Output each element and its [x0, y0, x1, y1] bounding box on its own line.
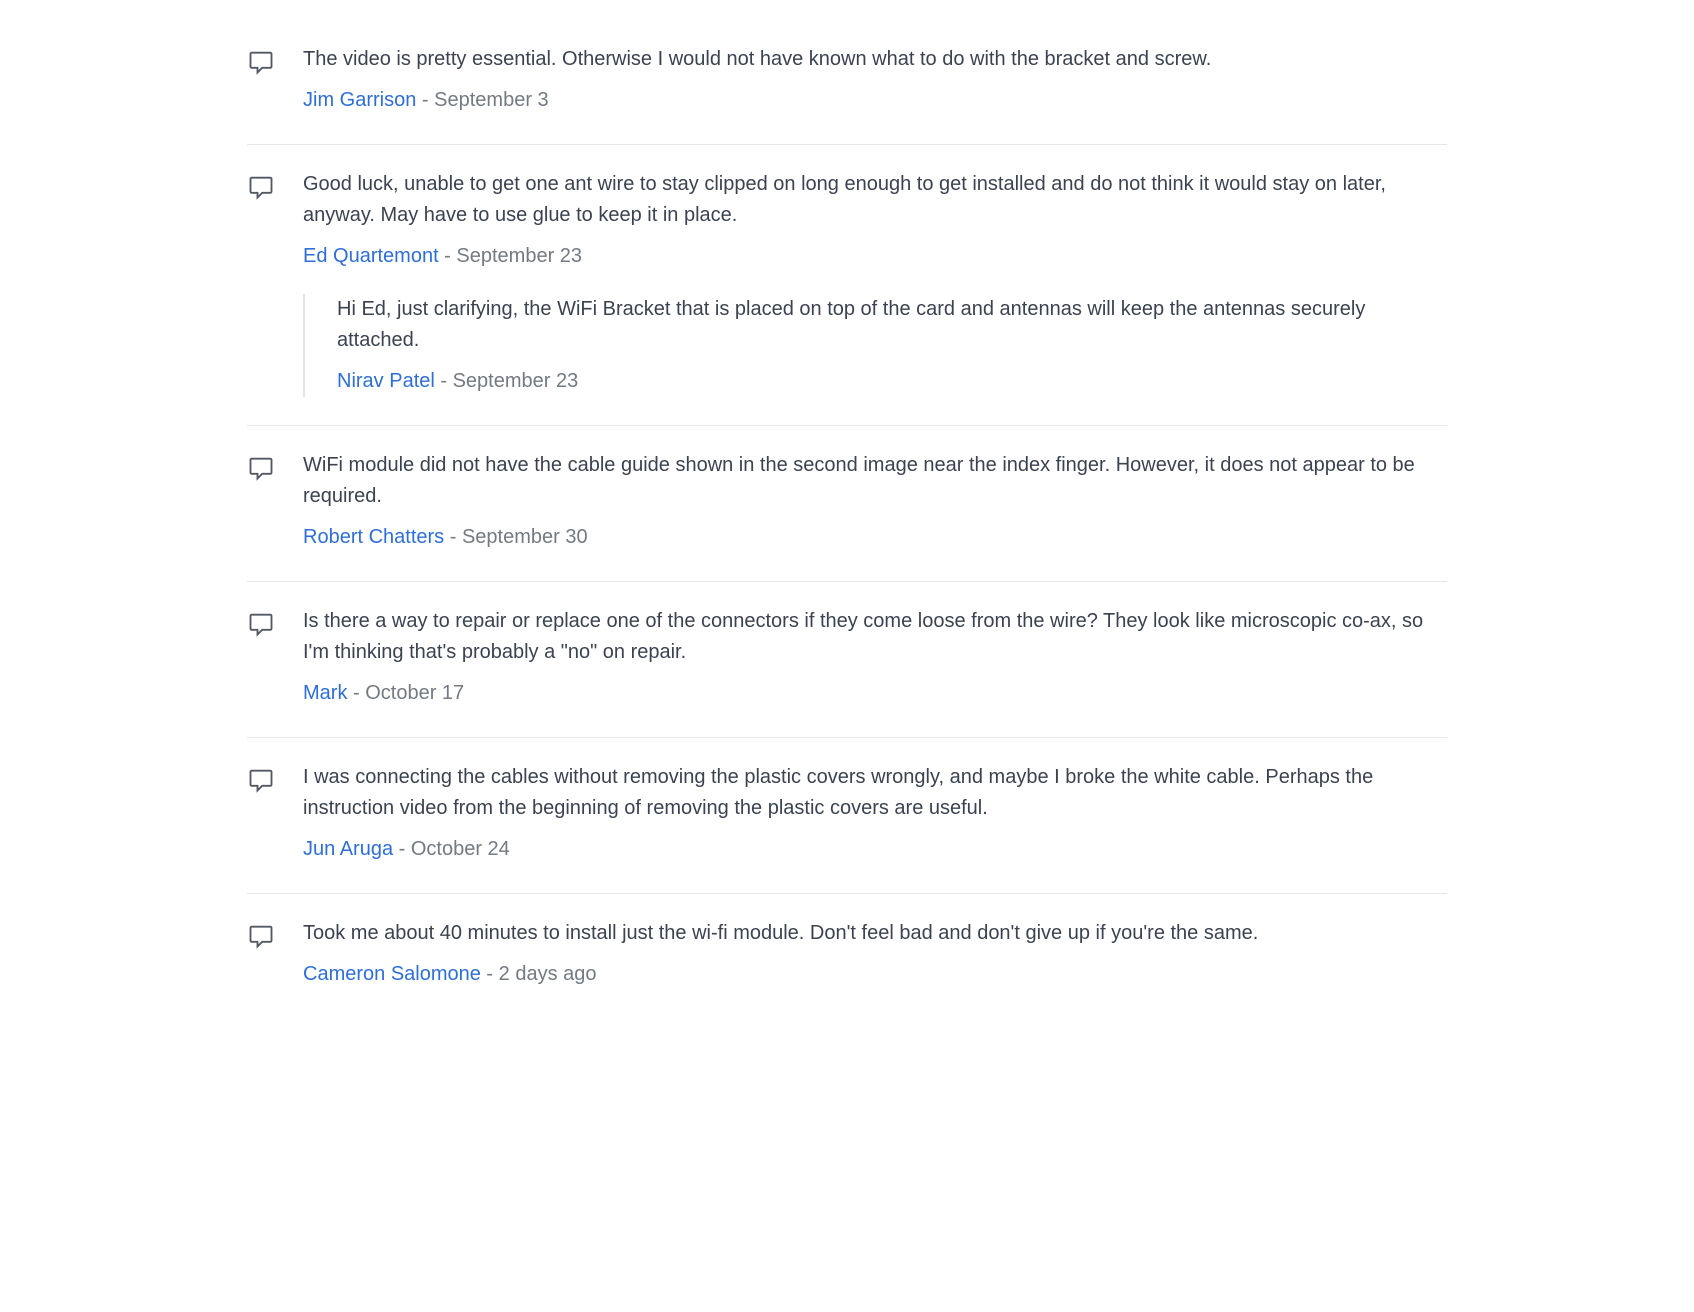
comment-text: The video is pretty essential. Otherwise… [303, 44, 1447, 75]
author-link[interactable]: Cameron Salomone [303, 963, 481, 985]
author-link[interactable]: Nirav Patel [337, 370, 435, 392]
comment-item: Good luck, unable to get one ant wire to… [247, 145, 1447, 426]
comment-icon [247, 606, 275, 709]
comment-item: Is there a way to repair or replace one … [247, 582, 1447, 738]
author-link[interactable]: Mark [303, 682, 347, 704]
comment-item: I was connecting the cables without remo… [247, 738, 1447, 894]
meta-separator: - [439, 245, 457, 267]
meta-separator: - [435, 370, 453, 392]
comment-icon [247, 918, 275, 990]
comment-text: I was connecting the cables without remo… [303, 762, 1447, 824]
author-link[interactable]: Robert Chatters [303, 526, 444, 548]
comment-list: The video is pretty essential. Otherwise… [247, 20, 1447, 1018]
reply-item: Hi Ed, just clarifying, the WiFi Bracket… [303, 294, 1447, 397]
reply-date: September 23 [453, 370, 579, 392]
comment-text: Is there a way to repair or replace one … [303, 606, 1447, 668]
comment-text: WiFi module did not have the cable guide… [303, 450, 1447, 512]
comment-meta: Jun Aruga - October 24 [303, 834, 1447, 865]
meta-separator: - [416, 89, 434, 111]
comment-meta: Cameron Salomone - 2 days ago [303, 959, 1447, 990]
meta-separator: - [393, 838, 411, 860]
author-link[interactable]: Jun Aruga [303, 838, 393, 860]
comment-meta: Mark - October 17 [303, 678, 1447, 709]
author-link[interactable]: Jim Garrison [303, 89, 416, 111]
author-link[interactable]: Ed Quartemont [303, 245, 439, 267]
comment-date: 2 days ago [499, 963, 597, 985]
comment-text: Good luck, unable to get one ant wire to… [303, 169, 1447, 231]
comment-text: Took me about 40 minutes to install just… [303, 918, 1447, 949]
comment-meta: Jim Garrison - September 3 [303, 85, 1447, 116]
comment-meta: Robert Chatters - September 30 [303, 522, 1447, 553]
meta-separator: - [481, 963, 499, 985]
comment-date: September 30 [462, 526, 588, 548]
comment-meta: Ed Quartemont - September 23 [303, 241, 1447, 272]
comment-item: Took me about 40 minutes to install just… [247, 894, 1447, 1018]
comment-date: October 24 [411, 838, 510, 860]
meta-separator: - [347, 682, 365, 704]
comment-icon [247, 762, 275, 865]
reply-meta: Nirav Patel - September 23 [337, 366, 1447, 397]
comment-item: WiFi module did not have the cable guide… [247, 426, 1447, 582]
comment-item: The video is pretty essential. Otherwise… [247, 20, 1447, 145]
comment-date: September 23 [456, 245, 582, 267]
reply-text: Hi Ed, just clarifying, the WiFi Bracket… [337, 294, 1447, 356]
comment-icon [247, 450, 275, 553]
comment-icon [247, 169, 275, 397]
comment-icon [247, 44, 275, 116]
comment-date: September 3 [434, 89, 549, 111]
meta-separator: - [444, 526, 462, 548]
comment-date: October 17 [365, 682, 464, 704]
